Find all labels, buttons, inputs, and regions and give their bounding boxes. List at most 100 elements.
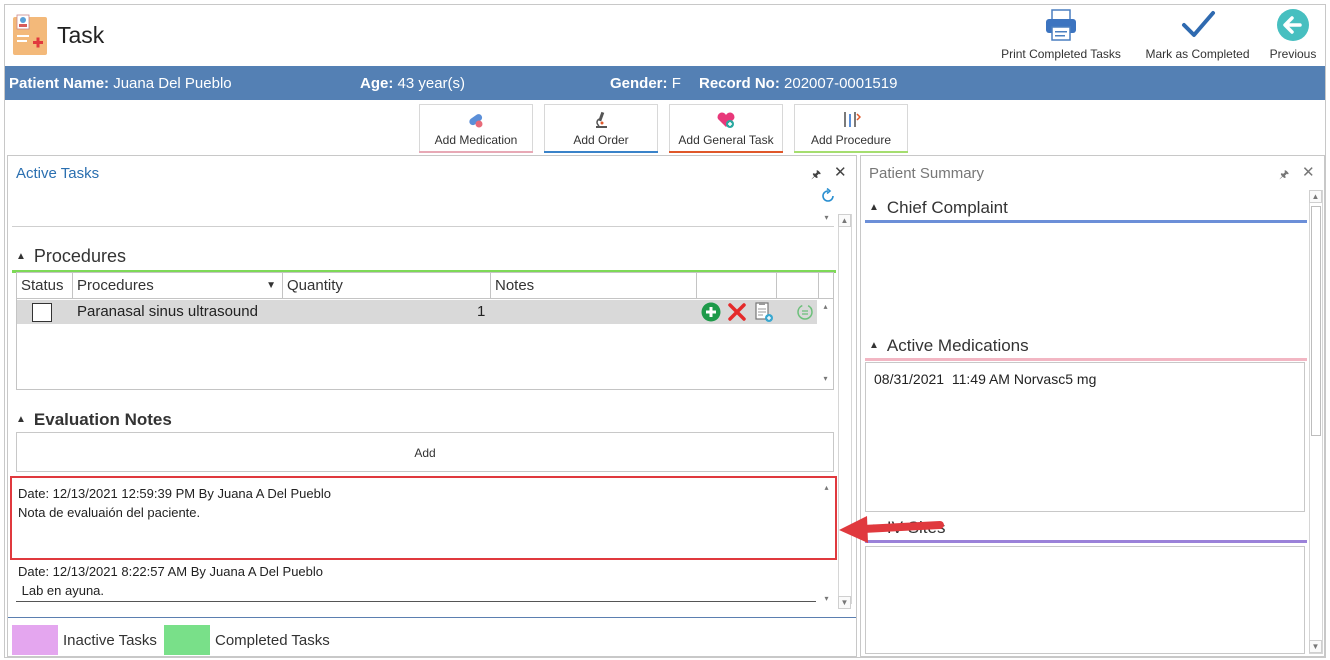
add-evaluation-note-button[interactable]: Add (16, 432, 834, 472)
column-quantity[interactable]: Quantity (283, 273, 491, 299)
column-procedures-label: Procedures (77, 277, 154, 294)
procedures-grid-header: Status Procedures ▼ Quantity Notes (17, 273, 833, 299)
add-medication-underline (419, 151, 533, 153)
print-completed-tasks-button[interactable]: Print Completed Tasks (1000, 7, 1122, 63)
note-meta: Date: 12/13/2021 8:22:57 AM By Juana A D… (18, 564, 323, 579)
scroll-up-button[interactable]: ▲ (838, 214, 851, 227)
callout-arrow-icon (839, 516, 944, 543)
add-general-task-label: Add General Task (678, 133, 774, 147)
pill-icon (469, 114, 483, 128)
legend-divider (8, 617, 856, 618)
patient-name-label: Patient Name: (9, 75, 110, 92)
sort-dropdown-icon[interactable]: ▼ (266, 273, 276, 299)
collapse-arrow-icon: ▲ (869, 340, 879, 351)
patient-age-label: Age: (360, 75, 394, 92)
evaluation-notes-section-header[interactable]: ▲ Evaluation Notes (16, 410, 172, 430)
column-extra (777, 273, 819, 299)
pin-icon[interactable]: 🖈 (811, 166, 821, 185)
top-area-scroll-down[interactable]: ▾ (820, 212, 833, 225)
note-scroll-down[interactable]: ▾ (820, 593, 833, 606)
top-area-divider (12, 226, 834, 227)
active-tasks-panel: Active Tasks 🖈 ✕ ▾ ▲ ▼ ▲ Procedures Statu… (7, 155, 857, 657)
inactive-tasks-swatch (12, 625, 58, 655)
column-status[interactable]: Status (17, 273, 73, 299)
collapse-arrow-icon: ▲ (16, 251, 26, 262)
procedures-section-header[interactable]: ▲ Procedures (16, 246, 126, 267)
completed-tasks-swatch (164, 625, 210, 655)
grid-scroll-up[interactable]: ▴ (819, 301, 832, 314)
checkmark-icon (1181, 11, 1215, 37)
add-note-icon[interactable] (754, 301, 774, 323)
procedures-section-label: Procedures (33, 246, 126, 266)
medication-item[interactable]: 08/31/2021 11:49 AM Norvasc5 mg (874, 371, 1096, 387)
medication-time: 11:49 AM (951, 371, 1010, 387)
add-general-task-button[interactable]: Add General Task (669, 104, 783, 153)
patient-name-value: Juana Del Pueblo (113, 75, 232, 92)
summary-scroll-down[interactable]: ▼ (1309, 640, 1322, 653)
back-arrow-icon (1277, 9, 1309, 41)
close-icon[interactable]: ✕ (834, 163, 847, 181)
summary-scroll-up[interactable]: ▲ (1309, 190, 1322, 203)
add-procedure-label: Add Procedure (810, 133, 892, 147)
medication-dose: 5 mg (1065, 371, 1097, 387)
grid-scroll-down[interactable]: ▾ (819, 373, 832, 386)
add-medication-label: Add Medication (434, 133, 518, 147)
active-medications-accent-line (865, 358, 1307, 361)
patient-name-field: Patient Name: Juana Del Pueblo (9, 75, 232, 92)
chief-complaint-accent-line (865, 220, 1307, 223)
printer-icon (1046, 9, 1076, 41)
active-tasks-title: Active Tasks (16, 165, 100, 182)
delete-icon[interactable] (727, 302, 747, 322)
mark-as-completed-button[interactable]: Mark as Completed (1140, 7, 1255, 63)
summary-scroll-thumb[interactable] (1311, 206, 1321, 436)
task-window: Task Print Completed Tasks Mark as Compl… (4, 4, 1326, 658)
scroll-down-button[interactable]: ▼ (838, 596, 851, 609)
main-vertical-scrollbar[interactable] (838, 214, 852, 604)
close-icon[interactable]: ✕ (1302, 163, 1315, 181)
procedure-name: Paranasal sinus ultrasound (77, 303, 258, 320)
status-checkbox[interactable] (32, 303, 52, 322)
evaluation-notes-label: Evaluation Notes (33, 410, 172, 429)
medication-date: 08/31/2021 (874, 371, 945, 387)
active-medications-label: Active Medications (886, 336, 1029, 355)
procedures-grid: Status Procedures ▼ Quantity Notes Paran… (16, 272, 834, 390)
medical-chart-icon (13, 14, 47, 55)
table-row[interactable]: Paranasal sinus ultrasound 1 (17, 300, 817, 324)
column-notes[interactable]: Notes (491, 273, 697, 299)
patient-age-field: Age: 43 year(s) (360, 75, 465, 92)
inactive-tasks-label: Inactive Tasks (63, 632, 157, 649)
add-circle-icon[interactable] (701, 302, 721, 322)
add-order-button[interactable]: Add Order (544, 104, 658, 153)
patient-summary-title: Patient Summary (869, 165, 985, 182)
add-order-underline (544, 151, 658, 153)
column-procedures[interactable]: Procedures ▼ (73, 273, 283, 299)
add-medication-button[interactable]: Add Medication (419, 104, 533, 153)
refresh-icon[interactable] (820, 188, 836, 204)
page-title: Task (57, 22, 105, 48)
chief-complaint-label: Chief Complaint (886, 198, 1008, 217)
previous-label: Previous (1269, 47, 1317, 61)
active-medications-header[interactable]: ▲ Active Medications (869, 336, 1029, 356)
patient-info-bar: Patient Name: Juana Del Pueblo Age: 43 y… (5, 66, 1325, 100)
pin-icon[interactable]: 🖈 (1279, 166, 1289, 185)
heart-plus-icon (717, 112, 735, 128)
highlight-box (10, 476, 837, 560)
header: Task Print Completed Tasks Mark as Compl… (5, 5, 1325, 65)
surgical-tools-icon (844, 112, 861, 127)
mark-as-completed-label: Mark as Completed (1145, 47, 1250, 61)
iv-sites-list (865, 546, 1305, 654)
procedure-quantity: 1 (477, 303, 486, 320)
print-completed-tasks-label: Print Completed Tasks (1001, 47, 1121, 61)
record-number-label: Record No: (699, 75, 780, 92)
patient-summary-panel: Patient Summary 🖈 ✕ ▲ ▼ ▲ Chief Complaint… (860, 155, 1325, 657)
note-text: Lab en ayuna. (18, 583, 105, 598)
add-procedure-button[interactable]: Add Procedure (794, 104, 908, 153)
recurrence-icon[interactable] (796, 303, 814, 321)
chief-complaint-header[interactable]: ▲ Chief Complaint (869, 198, 1008, 218)
record-number-field: Record No: 202007-0001519 (699, 75, 897, 92)
previous-button[interactable]: Previous (1265, 7, 1321, 63)
add-order-label: Add Order (573, 133, 629, 147)
record-number-value: 202007-0001519 (784, 75, 898, 92)
patient-age-value: 43 year(s) (397, 75, 466, 92)
microscope-icon (596, 111, 607, 128)
